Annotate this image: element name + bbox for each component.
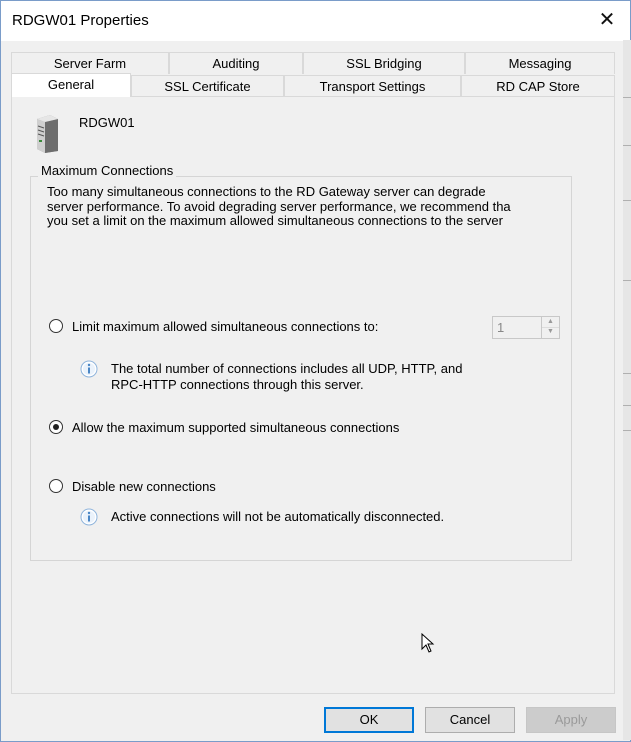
allow-max-connections-radio[interactable] (49, 420, 63, 434)
tab-server-farm[interactable]: Server Farm (11, 52, 169, 74)
server-name: RDGW01 (79, 115, 135, 130)
cancel-button[interactable]: Cancel (425, 707, 515, 733)
title-bar: RDGW01 Properties ✕ (1, 1, 630, 41)
disable-info-text: Active connections will not be automatic… (111, 509, 445, 524)
stepper-down-icon[interactable]: ▼ (542, 327, 559, 337)
max-connections-stepper[interactable]: 1 ▲ ▼ (492, 316, 560, 339)
tab-row-front: General SSL Certificate Transport Settin… (11, 73, 615, 97)
tab-rd-cap-store[interactable]: RD CAP Store (461, 75, 615, 97)
tab-row-back: Server Farm Auditing SSL Bridging Messag… (11, 52, 615, 74)
apply-button[interactable]: Apply (526, 707, 616, 733)
close-button[interactable]: ✕ (584, 1, 630, 41)
tab-general[interactable]: General (11, 73, 131, 97)
info-icon (80, 360, 98, 378)
tab-ssl-certificate[interactable]: SSL Certificate (131, 75, 284, 97)
info-icon (80, 508, 98, 526)
tab-transport-settings[interactable]: Transport Settings (284, 75, 461, 97)
max-connections-legend: Maximum Connections (38, 163, 177, 178)
limit-connections-radio[interactable] (49, 319, 63, 333)
allow-max-connections-label[interactable]: Allow the maximum supported simultaneous… (72, 420, 399, 435)
tab-ssl-bridging[interactable]: SSL Bridging (303, 52, 465, 74)
server-icon (37, 115, 58, 153)
max-connections-value[interactable]: 1 (497, 320, 504, 335)
ok-button[interactable]: OK (324, 707, 414, 733)
disable-connections-radio[interactable] (49, 479, 63, 493)
background-window-edge (623, 40, 631, 740)
tab-auditing[interactable]: Auditing (169, 52, 303, 74)
stepper-buttons: ▲ ▼ (541, 317, 559, 338)
max-connections-description: Too many simultaneous connections to the… (47, 185, 511, 228)
mouse-pointer-icon (421, 633, 435, 653)
tab-messaging[interactable]: Messaging (465, 52, 615, 74)
disable-connections-label[interactable]: Disable new connections (72, 479, 216, 494)
window-title: RDGW01 Properties (12, 12, 149, 29)
limit-connections-label[interactable]: Limit maximum allowed simultaneous conne… (72, 319, 378, 334)
limit-info-text: The total number of connections includes… (111, 361, 463, 392)
